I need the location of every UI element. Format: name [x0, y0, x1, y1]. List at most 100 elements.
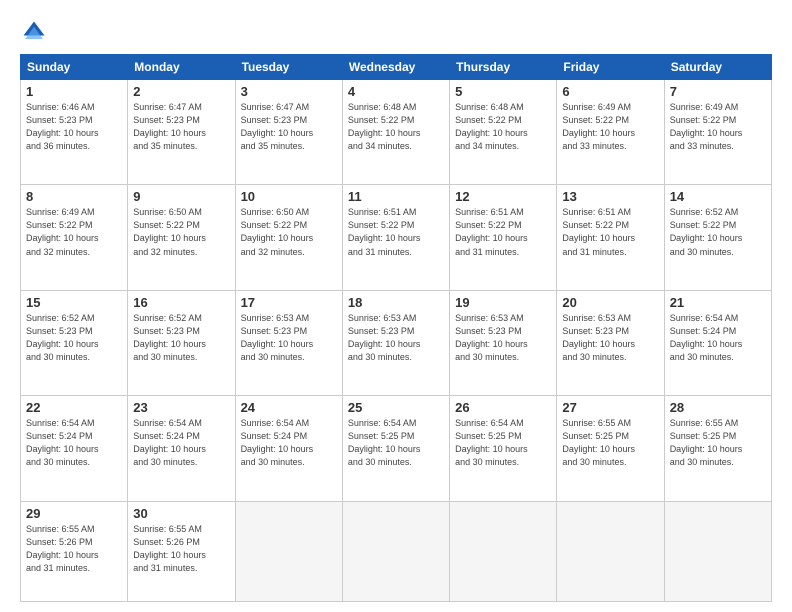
- day-number: 30: [133, 506, 229, 521]
- week-row: 29 Sunrise: 6:55 AM Sunset: 5:26 PM Dayli…: [21, 501, 772, 602]
- calendar-cell: 15 Sunrise: 6:52 AM Sunset: 5:23 PM Dayli…: [21, 290, 128, 395]
- page: SundayMondayTuesdayWednesdayThursdayFrid…: [0, 0, 792, 612]
- calendar-cell: 14 Sunrise: 6:52 AM Sunset: 5:22 PM Dayli…: [664, 185, 771, 290]
- day-number: 20: [562, 295, 658, 310]
- calendar-cell: 1 Sunrise: 6:46 AM Sunset: 5:23 PM Daylig…: [21, 80, 128, 185]
- weekday-header: Saturday: [664, 55, 771, 80]
- calendar-cell: 8Sunrise: 6:49 AM Sunset: 5:22 PM Daylig…: [21, 185, 128, 290]
- day-info: Sunrise: 6:51 AM Sunset: 5:22 PM Dayligh…: [562, 206, 658, 258]
- calendar-cell: 27 Sunrise: 6:55 AM Sunset: 5:25 PM Dayli…: [557, 396, 664, 501]
- day-number: 9: [133, 189, 229, 204]
- day-number: 25: [348, 400, 444, 415]
- day-info: Sunrise: 6:48 AM Sunset: 5:22 PM Dayligh…: [348, 101, 444, 153]
- day-number: 2: [133, 84, 229, 99]
- day-info: Sunrise: 6:54 AM Sunset: 5:24 PM Dayligh…: [241, 417, 337, 469]
- day-number: 23: [133, 400, 229, 415]
- weekday-header: Friday: [557, 55, 664, 80]
- weekday-header: Wednesday: [342, 55, 449, 80]
- day-info: Sunrise: 6:47 AM Sunset: 5:23 PM Dayligh…: [133, 101, 229, 153]
- day-info: Sunrise: 6:54 AM Sunset: 5:25 PM Dayligh…: [348, 417, 444, 469]
- day-info: Sunrise: 6:52 AM Sunset: 5:23 PM Dayligh…: [26, 312, 122, 364]
- logo-icon: [20, 18, 48, 46]
- day-info: Sunrise: 6:53 AM Sunset: 5:23 PM Dayligh…: [348, 312, 444, 364]
- calendar-cell: 18 Sunrise: 6:53 AM Sunset: 5:23 PM Dayli…: [342, 290, 449, 395]
- header: [20, 18, 772, 46]
- calendar-cell: 19 Sunrise: 6:53 AM Sunset: 5:23 PM Dayli…: [450, 290, 557, 395]
- day-number: 18: [348, 295, 444, 310]
- day-number: 4: [348, 84, 444, 99]
- day-number: 14: [670, 189, 766, 204]
- day-info: Sunrise: 6:55 AM Sunset: 5:25 PM Dayligh…: [670, 417, 766, 469]
- day-number: 21: [670, 295, 766, 310]
- day-info: Sunrise: 6:47 AM Sunset: 5:23 PM Dayligh…: [241, 101, 337, 153]
- day-number: 27: [562, 400, 658, 415]
- calendar-cell: 16 Sunrise: 6:52 AM Sunset: 5:23 PM Dayli…: [128, 290, 235, 395]
- calendar-cell: 10 Sunrise: 6:50 AM Sunset: 5:22 PM Dayli…: [235, 185, 342, 290]
- day-number: 12: [455, 189, 551, 204]
- day-number: 1: [26, 84, 122, 99]
- day-number: 22: [26, 400, 122, 415]
- day-number: 11: [348, 189, 444, 204]
- calendar-cell: 12 Sunrise: 6:51 AM Sunset: 5:22 PM Dayli…: [450, 185, 557, 290]
- calendar-cell: 20 Sunrise: 6:53 AM Sunset: 5:23 PM Dayli…: [557, 290, 664, 395]
- weekday-header: Monday: [128, 55, 235, 80]
- calendar-cell: 2 Sunrise: 6:47 AM Sunset: 5:23 PM Daylig…: [128, 80, 235, 185]
- day-info: Sunrise: 6:48 AM Sunset: 5:22 PM Dayligh…: [455, 101, 551, 153]
- calendar-cell: 17 Sunrise: 6:53 AM Sunset: 5:23 PM Dayli…: [235, 290, 342, 395]
- logo: [20, 18, 52, 46]
- day-number: 29: [26, 506, 122, 521]
- weekday-header-row: SundayMondayTuesdayWednesdayThursdayFrid…: [21, 55, 772, 80]
- day-info: Sunrise: 6:52 AM Sunset: 5:22 PM Dayligh…: [670, 206, 766, 258]
- day-number: 3: [241, 84, 337, 99]
- day-number: 24: [241, 400, 337, 415]
- calendar-cell: 11 Sunrise: 6:51 AM Sunset: 5:22 PM Dayli…: [342, 185, 449, 290]
- week-row: 1 Sunrise: 6:46 AM Sunset: 5:23 PM Daylig…: [21, 80, 772, 185]
- calendar-cell: 7 Sunrise: 6:49 AM Sunset: 5:22 PM Daylig…: [664, 80, 771, 185]
- day-number: 16: [133, 295, 229, 310]
- day-info: Sunrise: 6:53 AM Sunset: 5:23 PM Dayligh…: [562, 312, 658, 364]
- day-info: Sunrise: 6:54 AM Sunset: 5:24 PM Dayligh…: [670, 312, 766, 364]
- weekday-header: Sunday: [21, 55, 128, 80]
- day-info: Sunrise: 6:53 AM Sunset: 5:23 PM Dayligh…: [241, 312, 337, 364]
- calendar-cell: 28Sunrise: 6:55 AM Sunset: 5:25 PM Dayli…: [664, 396, 771, 501]
- day-number: 15: [26, 295, 122, 310]
- day-info: Sunrise: 6:49 AM Sunset: 5:22 PM Dayligh…: [562, 101, 658, 153]
- calendar-cell: [557, 501, 664, 602]
- calendar-cell: 5Sunrise: 6:48 AM Sunset: 5:22 PM Daylig…: [450, 80, 557, 185]
- day-number: 26: [455, 400, 551, 415]
- day-info: Sunrise: 6:50 AM Sunset: 5:22 PM Dayligh…: [241, 206, 337, 258]
- calendar-cell: 13 Sunrise: 6:51 AM Sunset: 5:22 PM Dayli…: [557, 185, 664, 290]
- weekday-header: Tuesday: [235, 55, 342, 80]
- day-info: Sunrise: 6:49 AM Sunset: 5:22 PM Dayligh…: [670, 101, 766, 153]
- day-info: Sunrise: 6:53 AM Sunset: 5:23 PM Dayligh…: [455, 312, 551, 364]
- day-number: 10: [241, 189, 337, 204]
- day-number: 19: [455, 295, 551, 310]
- day-info: Sunrise: 6:50 AM Sunset: 5:22 PM Dayligh…: [133, 206, 229, 258]
- day-number: 8: [26, 189, 122, 204]
- day-info: Sunrise: 6:54 AM Sunset: 5:24 PM Dayligh…: [133, 417, 229, 469]
- day-info: Sunrise: 6:51 AM Sunset: 5:22 PM Dayligh…: [348, 206, 444, 258]
- calendar-cell: 30 Sunrise: 6:55 AM Sunset: 5:26 PM Dayli…: [128, 501, 235, 602]
- calendar-cell: 24 Sunrise: 6:54 AM Sunset: 5:24 PM Dayli…: [235, 396, 342, 501]
- day-info: Sunrise: 6:46 AM Sunset: 5:23 PM Dayligh…: [26, 101, 122, 153]
- day-info: Sunrise: 6:51 AM Sunset: 5:22 PM Dayligh…: [455, 206, 551, 258]
- calendar-cell: [450, 501, 557, 602]
- day-number: 7: [670, 84, 766, 99]
- calendar-table: SundayMondayTuesdayWednesdayThursdayFrid…: [20, 54, 772, 602]
- calendar-cell: 3 Sunrise: 6:47 AM Sunset: 5:23 PM Daylig…: [235, 80, 342, 185]
- week-row: 8Sunrise: 6:49 AM Sunset: 5:22 PM Daylig…: [21, 185, 772, 290]
- day-info: Sunrise: 6:55 AM Sunset: 5:26 PM Dayligh…: [26, 523, 122, 575]
- calendar-cell: 23 Sunrise: 6:54 AM Sunset: 5:24 PM Dayli…: [128, 396, 235, 501]
- day-info: Sunrise: 6:55 AM Sunset: 5:26 PM Dayligh…: [133, 523, 229, 575]
- day-number: 6: [562, 84, 658, 99]
- weekday-header: Thursday: [450, 55, 557, 80]
- day-number: 17: [241, 295, 337, 310]
- calendar-cell: 4 Sunrise: 6:48 AM Sunset: 5:22 PM Daylig…: [342, 80, 449, 185]
- calendar-cell: [342, 501, 449, 602]
- day-info: Sunrise: 6:54 AM Sunset: 5:25 PM Dayligh…: [455, 417, 551, 469]
- day-info: Sunrise: 6:55 AM Sunset: 5:25 PM Dayligh…: [562, 417, 658, 469]
- day-number: 13: [562, 189, 658, 204]
- day-info: Sunrise: 6:52 AM Sunset: 5:23 PM Dayligh…: [133, 312, 229, 364]
- calendar-cell: 22Sunrise: 6:54 AM Sunset: 5:24 PM Dayli…: [21, 396, 128, 501]
- calendar-cell: 9 Sunrise: 6:50 AM Sunset: 5:22 PM Daylig…: [128, 185, 235, 290]
